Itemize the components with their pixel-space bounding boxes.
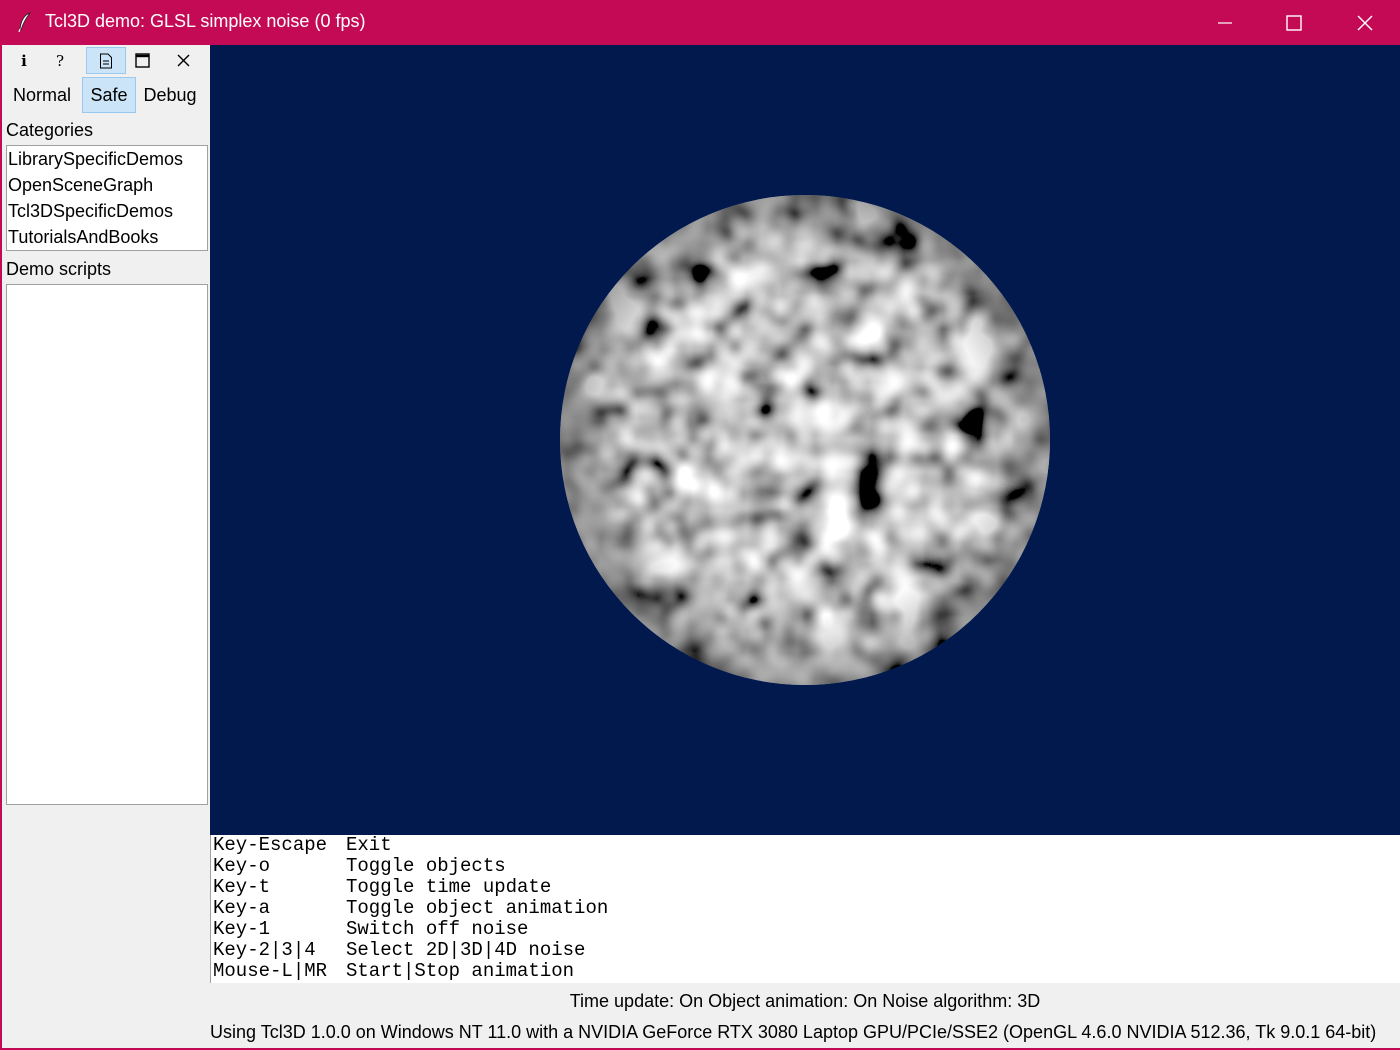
help-key: Key-2|3|4	[213, 939, 316, 961]
help-key: Key-o	[213, 855, 271, 877]
status-info: Using Tcl3D 1.0.0 on Windows NT 11.0 wit…	[210, 1022, 1377, 1042]
maximize-button[interactable]	[1259, 0, 1329, 45]
exit-button[interactable]	[163, 47, 203, 74]
mode-debug-button[interactable]: Debug	[138, 77, 202, 113]
close-icon	[1357, 15, 1373, 30]
info-button[interactable]: i	[4, 47, 44, 74]
document-icon	[100, 53, 112, 68]
toolbar: i ?	[4, 45, 210, 75]
list-item[interactable]: Tcl3DSpecificDemos	[7, 198, 207, 224]
document-button[interactable]	[86, 47, 126, 74]
close-icon	[177, 54, 189, 67]
list-item[interactable]: OpenSceneGraph	[7, 172, 207, 198]
help-key: Key-a	[213, 897, 271, 919]
help-button[interactable]: ?	[40, 47, 80, 74]
help-action: Toggle time update	[346, 876, 552, 898]
help-line: Key-2|3|4 Select 2D|3D|4D noise	[211, 940, 1400, 961]
help-key: Key-1	[213, 918, 271, 940]
left-panel: i ? Normal Safe Debug Categories Library…	[4, 45, 210, 835]
help-line: Mouse-L|MR Start|Stop animation	[211, 961, 1400, 982]
help-key: Mouse-L|MR	[213, 960, 328, 982]
help-key: Key-t	[213, 876, 271, 898]
mode-safe-button[interactable]: Safe	[82, 77, 136, 113]
categories-label: Categories	[6, 120, 94, 140]
help-line: Key-Escape Exit	[211, 835, 1400, 856]
fullscreen-button[interactable]	[122, 47, 162, 74]
mode-normal-button[interactable]: Normal	[4, 77, 80, 113]
mode-selector: Normal Safe Debug	[4, 77, 210, 113]
help-line: Key-1 Switch off noise	[211, 919, 1400, 940]
main-content: i ? Normal Safe Debug Categories Library…	[4, 45, 1400, 1048]
maximize-icon	[1286, 14, 1302, 31]
status-state: Time update: On Object animation: On Noi…	[569, 991, 1041, 1011]
title-bar[interactable]: Tcl3D demo: GLSL simplex noise (0 fps)	[2, 0, 1400, 45]
gl-viewport[interactable]	[210, 45, 1400, 835]
help-action: Select 2D|3D|4D noise	[346, 939, 586, 961]
help-action: Toggle objects	[346, 855, 506, 877]
help-text: Key-Escape Exit Key-o Toggle objects Key-t…	[210, 835, 1400, 983]
app-window: Tcl3D demo: GLSL simplex noise (0 fps) i…	[0, 0, 1400, 1050]
help-line: Key-o Toggle objects	[211, 856, 1400, 877]
list-item[interactable]: LibrarySpecificDemos	[7, 146, 207, 172]
noise-sphere	[560, 195, 1050, 685]
help-key: Key-Escape	[213, 834, 328, 856]
help-line: Key-a Toggle object animation	[211, 898, 1400, 919]
close-button[interactable]	[1330, 0, 1400, 45]
demo-scripts-label: Demo scripts	[6, 259, 112, 279]
help-action: Start|Stop animation	[346, 960, 575, 982]
info-icon: i	[21, 51, 27, 70]
categories-list[interactable]: LibrarySpecificDemos OpenSceneGraph Tcl3…	[6, 145, 208, 251]
help-line: Key-t Toggle time update	[211, 877, 1400, 898]
help-action: Switch off noise	[346, 918, 529, 940]
feather-icon	[18, 12, 32, 32]
window-title: Tcl3D demo: GLSL simplex noise (0 fps)	[45, 11, 366, 31]
list-item[interactable]: TutorialsAndBooks	[7, 224, 207, 250]
help-action: Exit	[346, 834, 392, 856]
minimize-icon	[1218, 21, 1232, 24]
fullscreen-icon	[134, 53, 150, 68]
minimize-button[interactable]	[1190, 0, 1260, 45]
demo-scripts-list[interactable]	[6, 284, 208, 805]
help-action: Toggle object animation	[346, 897, 609, 919]
help-icon: ?	[55, 51, 65, 70]
